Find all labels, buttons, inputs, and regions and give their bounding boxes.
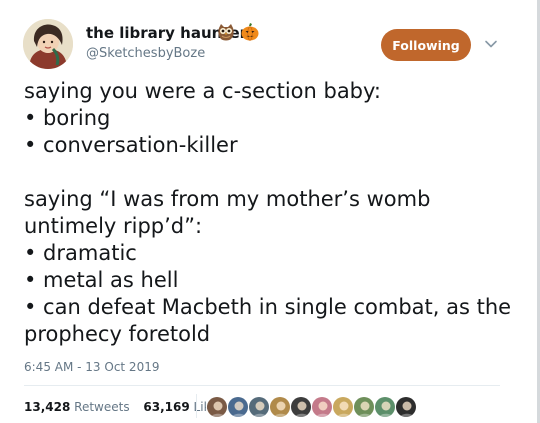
owl-icon — [218, 24, 234, 41]
tweet-timestamp[interactable]: 6:45 AM - 13 Oct 2019 — [24, 360, 159, 374]
author-avatar[interactable] — [23, 19, 73, 69]
divider — [24, 385, 500, 386]
tweet-text-line: saying you were a c-section baby: — [24, 79, 381, 103]
tweet-stats: 13,428 Retweets 63,169 Likes — [24, 400, 234, 414]
retweets-count: 13,428 — [24, 400, 71, 414]
liker-avatar[interactable] — [206, 396, 228, 418]
liker-avatar[interactable] — [353, 396, 375, 418]
stats-separator — [196, 394, 197, 418]
likes-count: 63,169 — [143, 400, 190, 414]
liker-avatar[interactable] — [227, 396, 249, 418]
tweet-text-line: • dramatic — [24, 241, 137, 265]
tweet-text: saying you were a c-section baby: • bori… — [24, 78, 524, 348]
author-handle[interactable]: @SketchesbyBoze — [86, 46, 205, 61]
tweet-text-line: • boring — [24, 106, 111, 130]
retweets-label: Retweets — [74, 400, 130, 414]
tweet-text-line: saying “I was from my mother’s womb — [24, 187, 431, 211]
tweet-text-line: • can defeat Macbeth in single combat, a… — [24, 295, 512, 319]
liker-avatar[interactable] — [290, 396, 312, 418]
liker-avatar[interactable] — [332, 396, 354, 418]
chevron-down-icon[interactable] — [481, 34, 501, 54]
liker-avatar[interactable] — [311, 396, 333, 418]
tweet-text-line: • conversation-killer — [24, 133, 238, 157]
liker-avatar[interactable] — [269, 396, 291, 418]
following-button[interactable]: Following — [381, 29, 471, 61]
tweet-card: the library haunter @SketchesbyBoze Foll… — [0, 0, 540, 423]
author-avatar-illustration — [23, 19, 73, 69]
tweet-text-line: • metal as hell — [24, 268, 179, 292]
retweets-stat[interactable]: 13,428 Retweets — [24, 400, 130, 414]
tweet-text-line: prophecy foretold — [24, 322, 211, 346]
tweet-text-line: untimely ripp’d”: — [24, 214, 203, 238]
pumpkin-icon — [241, 23, 259, 41]
liker-avatar[interactable] — [395, 396, 417, 418]
liker-avatar[interactable] — [248, 396, 270, 418]
liker-avatar[interactable] — [374, 396, 396, 418]
